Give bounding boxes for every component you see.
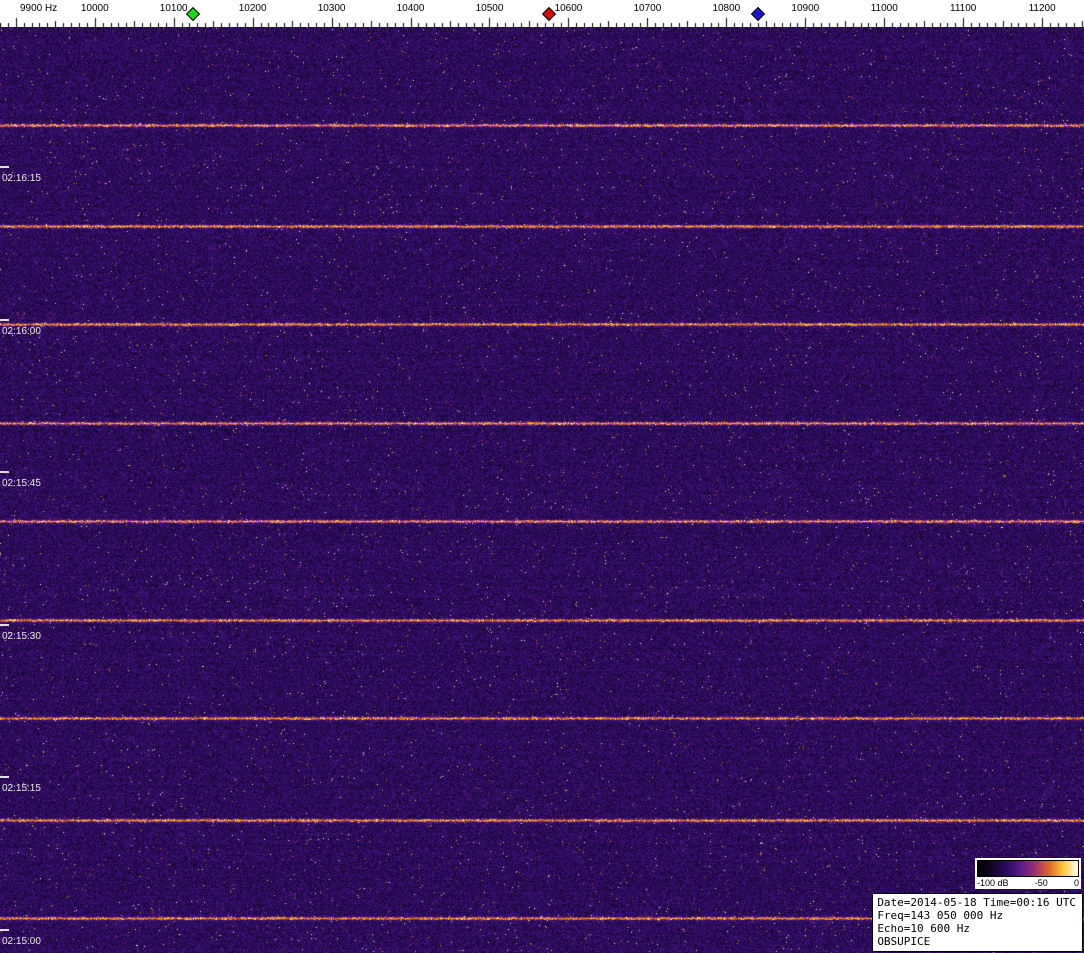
freq-tick-label: 10200 <box>238 3 267 14</box>
freq-tick-label: 10600 <box>554 3 583 14</box>
legend-min-label: -100 dB <box>977 878 1009 888</box>
freq-tick-label: 10800 <box>712 3 741 14</box>
legend-mid-label: -50 <box>1034 878 1048 888</box>
frequency-ruler[interactable]: 9900 Hz 10000 10100 10200 10300 10400 10500 106… <box>0 0 1084 27</box>
freq-tick-label: 11100 <box>950 3 977 14</box>
legend-max-label: 0 <box>1073 878 1079 888</box>
spectrogram-app: 9900 Hz 10000 10100 10200 10300 10400 10500 106… <box>0 0 1084 953</box>
intensity-legend: -100 dB -50 0 <box>975 858 1081 889</box>
freq-tick-label: 11000 <box>870 3 898 14</box>
freq-tick-label: 10000 <box>80 3 109 14</box>
freq-tick-label: 9900 Hz <box>20 3 58 14</box>
spectrogram-canvas[interactable] <box>0 27 1084 953</box>
freq-tick-label: 10100 <box>159 3 188 14</box>
freq-tick-label: 10400 <box>396 3 425 14</box>
freq-tick-label: 10700 <box>633 3 662 14</box>
freq-tick-label: 10900 <box>791 3 820 14</box>
freq-tick-label: 10500 <box>475 3 504 14</box>
freq-tick-label: 11200 <box>1028 3 1056 14</box>
info-station: OBSUPICE <box>877 935 931 948</box>
legend-gradient-bar <box>977 860 1079 877</box>
info-date-time: Date=2014-05-18 Time=00:16 UTC <box>877 896 1076 909</box>
legend-labels: -100 dB -50 0 <box>977 877 1079 888</box>
info-frequency: Freq=143 050 000 Hz <box>877 909 1004 922</box>
freq-tick-label: 10300 <box>317 3 346 14</box>
info-box: Date=2014-05-18 Time=00:16 UTC Freq=143 … <box>872 893 1083 952</box>
info-echo: Echo=10 600 Hz <box>877 922 971 935</box>
waterfall-area[interactable]: 02:16:15 02:16:00 02:15:45 02:15:30 02:15:15… <box>0 27 1084 953</box>
